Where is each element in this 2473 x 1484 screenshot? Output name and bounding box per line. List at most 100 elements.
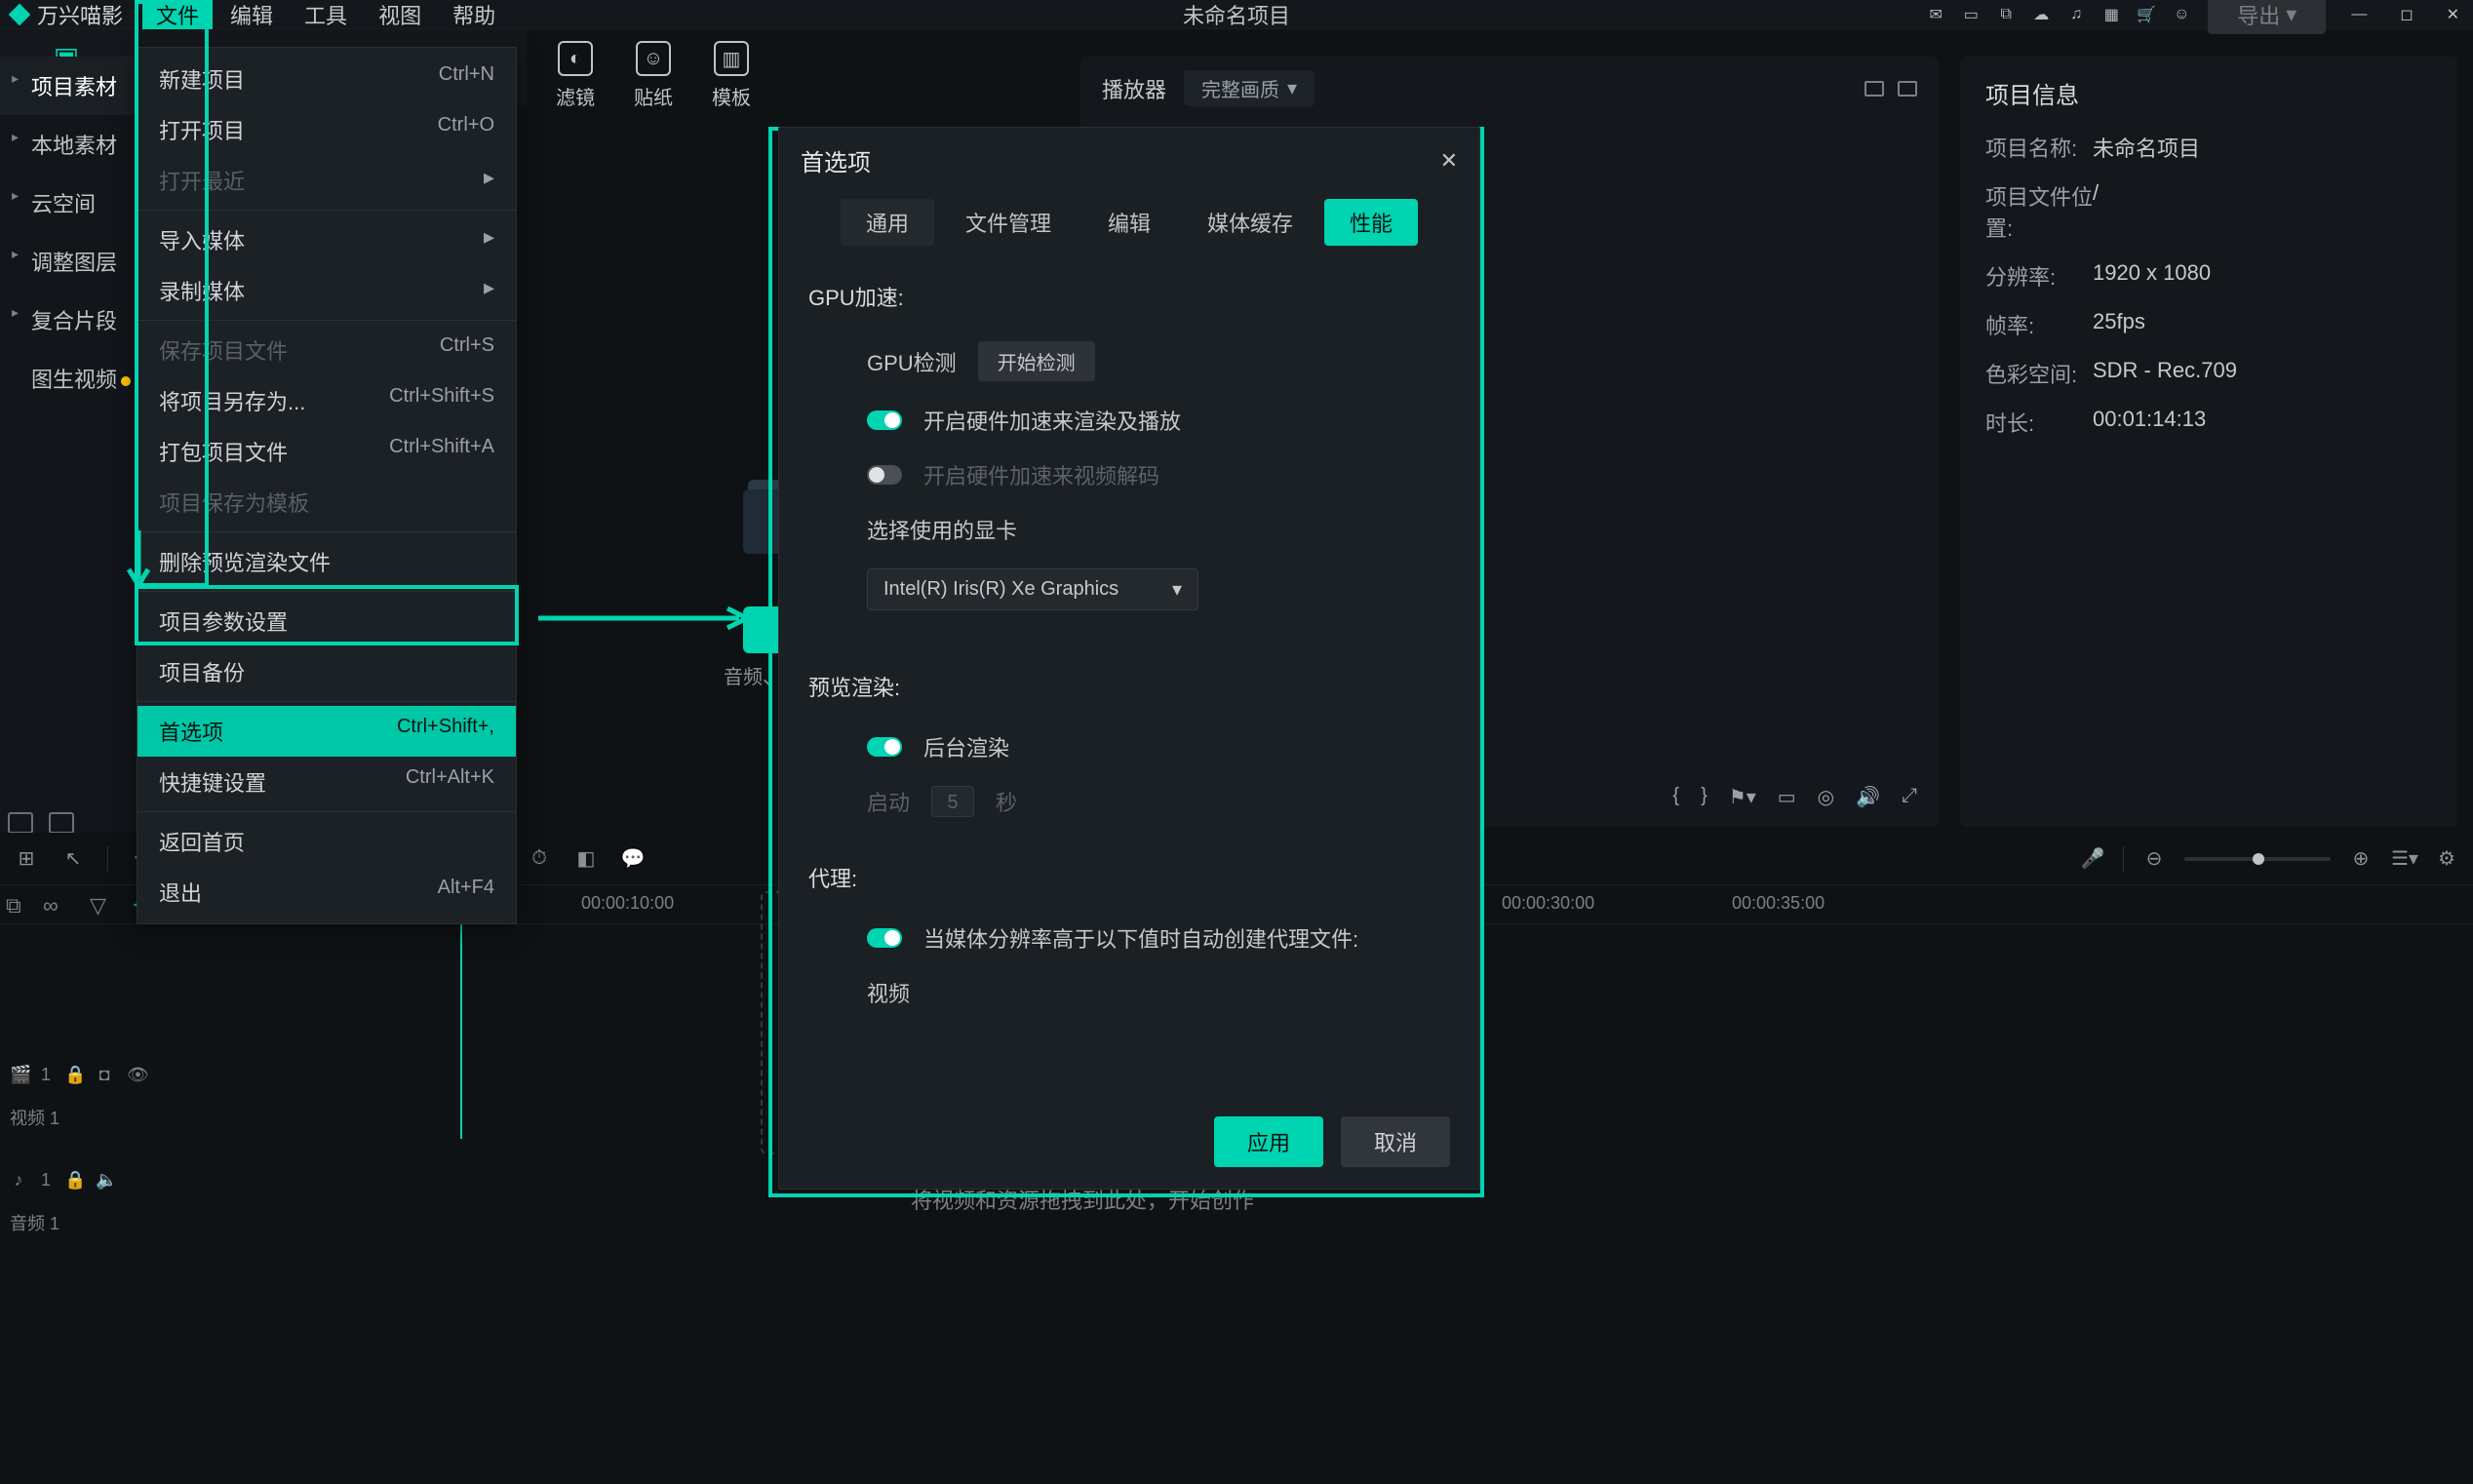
new-folder-icon[interactable] (8, 812, 33, 834)
proxy-section-title: 代理: (808, 862, 1450, 893)
menu-delete-preview-cache[interactable]: 删除预览渲染文件 (137, 536, 516, 587)
user-icon[interactable]: ☺ (2173, 6, 2190, 23)
preview-render-section-title: 预览渲染: (808, 671, 1450, 702)
lock-icon[interactable]: 🔒 (64, 1170, 82, 1191)
chevron-down-icon: ▾ (2286, 2, 2296, 27)
fullscreen-icon[interactable]: ⤢ (1902, 785, 1917, 809)
prefs-tab-cache[interactable]: 媒体缓存 (1182, 199, 1318, 246)
menu-save-as[interactable]: 将项目另存为...Ctrl+Shift+S (137, 375, 516, 426)
zoom-slider[interactable] (2184, 857, 2331, 861)
zoom-in-icon[interactable]: ⊕ (2348, 846, 2374, 871)
menu-shortcuts[interactable]: 快捷键设置Ctrl+Alt+K (137, 757, 516, 807)
bg-render-start-seconds[interactable]: 5 (931, 786, 974, 817)
ruler-tick: 00:00:35:00 (1732, 893, 1825, 914)
gpu-select[interactable]: Intel(R) Iris(R) Xe Graphics ▾ (867, 568, 1198, 610)
chevron-down-icon: ▾ (1172, 577, 1182, 602)
tl-pointer-icon[interactable]: ↖ (60, 846, 86, 871)
project-title: 未命名项目 (1183, 0, 1290, 30)
info-name-key: 项目名称: (1985, 132, 2093, 163)
tl-mic-icon[interactable]: 🎤 (2080, 846, 2105, 871)
bg-render-label: 后台渲染 (923, 731, 1009, 762)
app-name: 万兴喵影 (37, 0, 123, 30)
tl-speed-icon[interactable]: ⏱ (527, 847, 552, 870)
prefs-tab-general[interactable]: 通用 (841, 199, 934, 246)
monitor-icon[interactable]: ▭ (1962, 6, 1980, 23)
hw-render-label: 开启硬件加速来渲染及播放 (923, 405, 1181, 436)
prefs-tab-performance[interactable]: 性能 (1324, 199, 1418, 246)
sidebar-item-compound[interactable]: 复合片段 (0, 291, 140, 349)
sidebar-item-img2vid[interactable]: 图生视频 (0, 349, 140, 408)
zoom-out-icon[interactable]: ⊖ (2141, 846, 2167, 871)
preview-monitor-icon[interactable]: ▭ (1778, 785, 1796, 809)
hw-render-toggle[interactable] (867, 410, 902, 430)
speaker-icon[interactable]: 🔈 (96, 1170, 113, 1191)
export-button[interactable]: 导出 ▾ (2208, 0, 2326, 34)
prefs-close-button[interactable]: ✕ (1440, 148, 1458, 174)
volume-icon[interactable]: 🔊 (1856, 785, 1880, 809)
single-view-icon[interactable] (1898, 81, 1917, 97)
menu-import-media[interactable]: 导入媒体 (137, 215, 516, 265)
menu-go-home[interactable]: 返回首页 (137, 816, 516, 867)
preview-quality-select[interactable]: 完整画质▾ (1184, 70, 1315, 106)
menu-exit[interactable]: 退出Alt+F4 (137, 867, 516, 918)
info-colorspace-key: 色彩空间: (1985, 358, 2093, 389)
chevron-down-icon: ▾ (1287, 76, 1297, 100)
preferences-dialog: 首选项 ✕ 通用 文件管理 编辑 媒体缓存 性能 GPU加速: GPU检测 开始… (778, 127, 1480, 1190)
tl-view-options-icon[interactable]: ☰▾ (2391, 846, 2416, 871)
mark-out-icon[interactable]: } (1701, 785, 1708, 809)
prefs-tab-edit[interactable]: 编辑 (1082, 199, 1176, 246)
minimize-button[interactable]: — (2343, 6, 2375, 23)
info-name-value: 未命名项目 (2093, 132, 2200, 163)
tl-magnet-icon[interactable]: ⧉ (6, 893, 21, 918)
settings-dropdown-icon[interactable]: ⚑▾ (1729, 785, 1756, 809)
tl-caption-icon[interactable]: 💬 (620, 846, 646, 871)
video-track-icon: 🎬 (10, 1065, 27, 1085)
prefs-apply-button[interactable]: 应用 (1214, 1116, 1323, 1167)
info-colorspace-value: SDR - Rec.709 (2093, 358, 2237, 389)
cloud-upload-icon[interactable]: ☁ (2032, 6, 2050, 23)
sidebar-item-cloud[interactable]: 云空间 (0, 174, 140, 232)
menu-open-project[interactable]: 打开项目Ctrl+O (137, 104, 516, 155)
menu-project-backup[interactable]: 项目备份 (137, 646, 516, 697)
folder-icon[interactable] (49, 812, 74, 834)
prefs-tab-files[interactable]: 文件管理 (940, 199, 1077, 246)
menu-project-params[interactable]: 项目参数设置 (137, 596, 516, 646)
tl-grid-icon[interactable]: ⊞ (14, 846, 39, 871)
mute-icon[interactable]: ◘ (96, 1065, 113, 1085)
sidebar-item-local-assets[interactable]: 本地素材 (0, 115, 140, 174)
gpu-detect-button[interactable]: 开始检测 (978, 341, 1095, 381)
new-badge-icon (121, 376, 131, 386)
cart-icon[interactable]: 🛒 (2138, 6, 2155, 23)
tl-color-icon[interactable]: ◧ (573, 846, 599, 871)
menu-preferences[interactable]: 首选项Ctrl+Shift+, (137, 706, 516, 757)
lock-icon[interactable]: 🔒 (64, 1065, 82, 1085)
headphone-icon[interactable]: ♫ (2067, 6, 2085, 23)
bg-render-toggle[interactable] (867, 737, 902, 757)
apps-icon[interactable]: ▦ (2102, 6, 2120, 23)
sidebar-item-adjustment[interactable]: 调整图层 (0, 232, 140, 291)
menu-new-project[interactable]: 新建项目Ctrl+N (137, 54, 516, 104)
sidebar-item-project-assets[interactable]: 项目素材 (0, 57, 140, 115)
maximize-button[interactable]: ◻ (2392, 5, 2420, 24)
menu-archive-project[interactable]: 打包项目文件Ctrl+Shift+A (137, 426, 516, 477)
snapshot-icon[interactable]: ◎ (1818, 785, 1834, 809)
tl-link-icon[interactable]: ∞ (43, 893, 59, 918)
audio-track-icon: ♪ (10, 1170, 27, 1191)
menu-save-as-template[interactable]: 项目保存为模板 (137, 477, 516, 527)
ruler-tick: 00:00:30:00 (1502, 893, 1594, 914)
menu-save-project[interactable]: 保存项目文件Ctrl+S (137, 325, 516, 375)
tl-marker-icon[interactable]: ▽ (90, 893, 106, 918)
compare-view-icon[interactable] (1865, 81, 1884, 97)
proxy-auto-toggle[interactable] (867, 928, 902, 948)
tutorial-arrow-step1to2 (538, 606, 753, 636)
prefs-cancel-button[interactable]: 取消 (1341, 1116, 1450, 1167)
gpu-detect-label: GPU检测 (867, 346, 957, 377)
save-cloud-icon[interactable]: ⧉ (1997, 6, 2015, 23)
mark-in-icon[interactable]: { (1672, 785, 1679, 809)
eye-icon[interactable]: 👁 (127, 1065, 144, 1085)
menu-open-recent[interactable]: 打开最近 (137, 155, 516, 206)
message-icon[interactable]: ✉ (1927, 6, 1944, 23)
menu-record-media[interactable]: 录制媒体 (137, 265, 516, 316)
tl-settings-icon[interactable]: ⚙ (2434, 846, 2459, 871)
close-window-button[interactable]: ✕ (2439, 5, 2467, 24)
